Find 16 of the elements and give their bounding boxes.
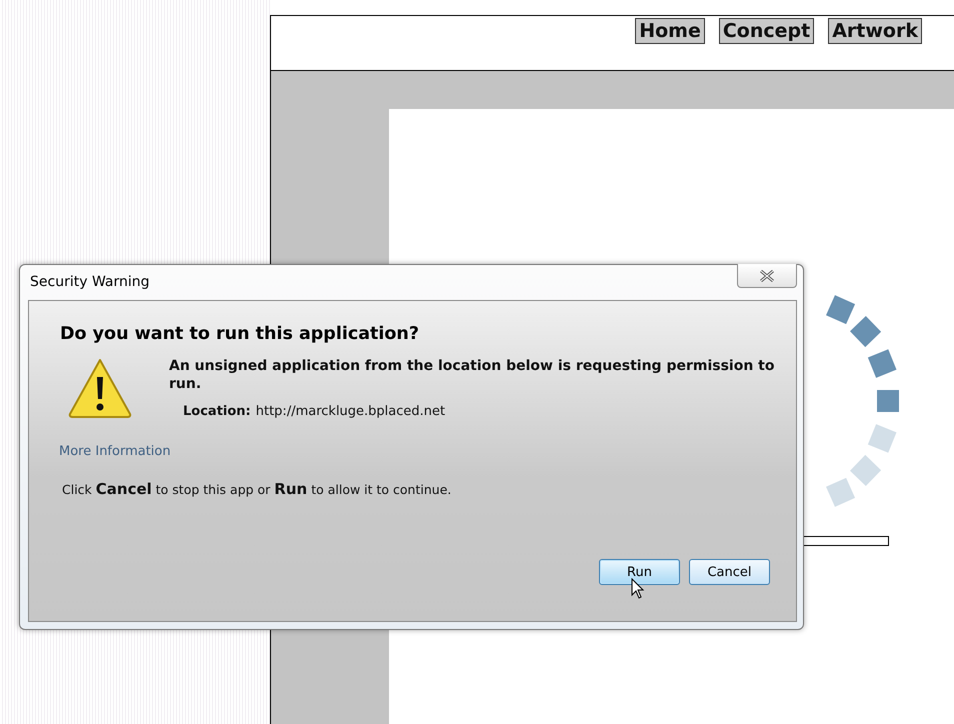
warning-message: An unsigned application from the location below is requesting permission to run. (169, 357, 776, 393)
nav-link[interactable]: Home (635, 18, 705, 44)
window-title: Security Warning (30, 274, 150, 290)
run-button[interactable]: Run (599, 559, 680, 585)
warning-icon (67, 357, 133, 419)
more-information-link[interactable]: More Information (59, 444, 171, 459)
dialog-heading: Do you want to run this application? (60, 324, 420, 344)
mouse-cursor-icon (631, 578, 645, 600)
instruction-text: Click Cancel to stop this app or Run to allow it to continue. (62, 480, 452, 498)
close-icon (759, 268, 775, 282)
nav-link[interactable]: Concept (718, 18, 814, 44)
location-label: Location: (183, 404, 251, 419)
nav-link[interactable]: Artwork (828, 18, 922, 44)
cancel-button[interactable]: Cancel (689, 559, 770, 585)
location-value: http://marckluge.bplaced.net (256, 404, 446, 419)
close-button[interactable] (737, 264, 797, 288)
